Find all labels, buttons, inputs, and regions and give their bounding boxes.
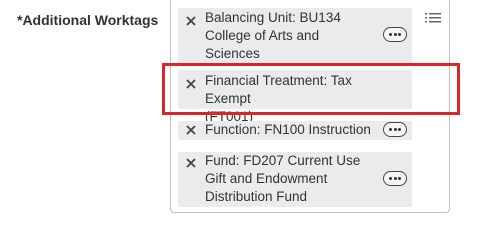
worktag-pill-fund: Fund: FD207 Current Use Gift and Endowme…: [178, 152, 412, 207]
worktag-line: Sciences: [205, 46, 260, 61]
more-options-icon[interactable]: [383, 122, 407, 137]
worktag-line: Distribution Fund: [205, 189, 308, 204]
worktag-line: Balancing Unit: BU134: [205, 10, 341, 25]
worktag-line: Gift and Endowment: [205, 171, 328, 186]
close-icon[interactable]: [185, 124, 197, 136]
worktag-pill-function: Function: FN100 Instruction: [178, 121, 412, 140]
more-options-icon[interactable]: [383, 171, 407, 186]
worktag-line: Fund: FD207 Current Use: [205, 153, 361, 168]
close-icon[interactable]: [185, 157, 197, 169]
worktag-text: Fund: FD207 Current Use Gift and Endowme…: [205, 152, 376, 206]
worktag-pill-balancing-unit: Balancing Unit: BU134 College of Arts an…: [178, 8, 412, 64]
worktag-text: Balancing Unit: BU134 College of Arts an…: [205, 9, 376, 63]
highlight-box: [162, 63, 460, 115]
more-options-icon[interactable]: [383, 27, 407, 42]
worktag-text: Function: FN100 Instruction: [205, 121, 376, 139]
close-icon[interactable]: [185, 15, 197, 27]
worktag-line: Function: FN100 Instruction: [205, 122, 371, 137]
worktag-line: College of Arts and: [205, 28, 320, 43]
field-label: *Additional Worktags: [17, 12, 159, 28]
list-icon[interactable]: [425, 12, 441, 26]
